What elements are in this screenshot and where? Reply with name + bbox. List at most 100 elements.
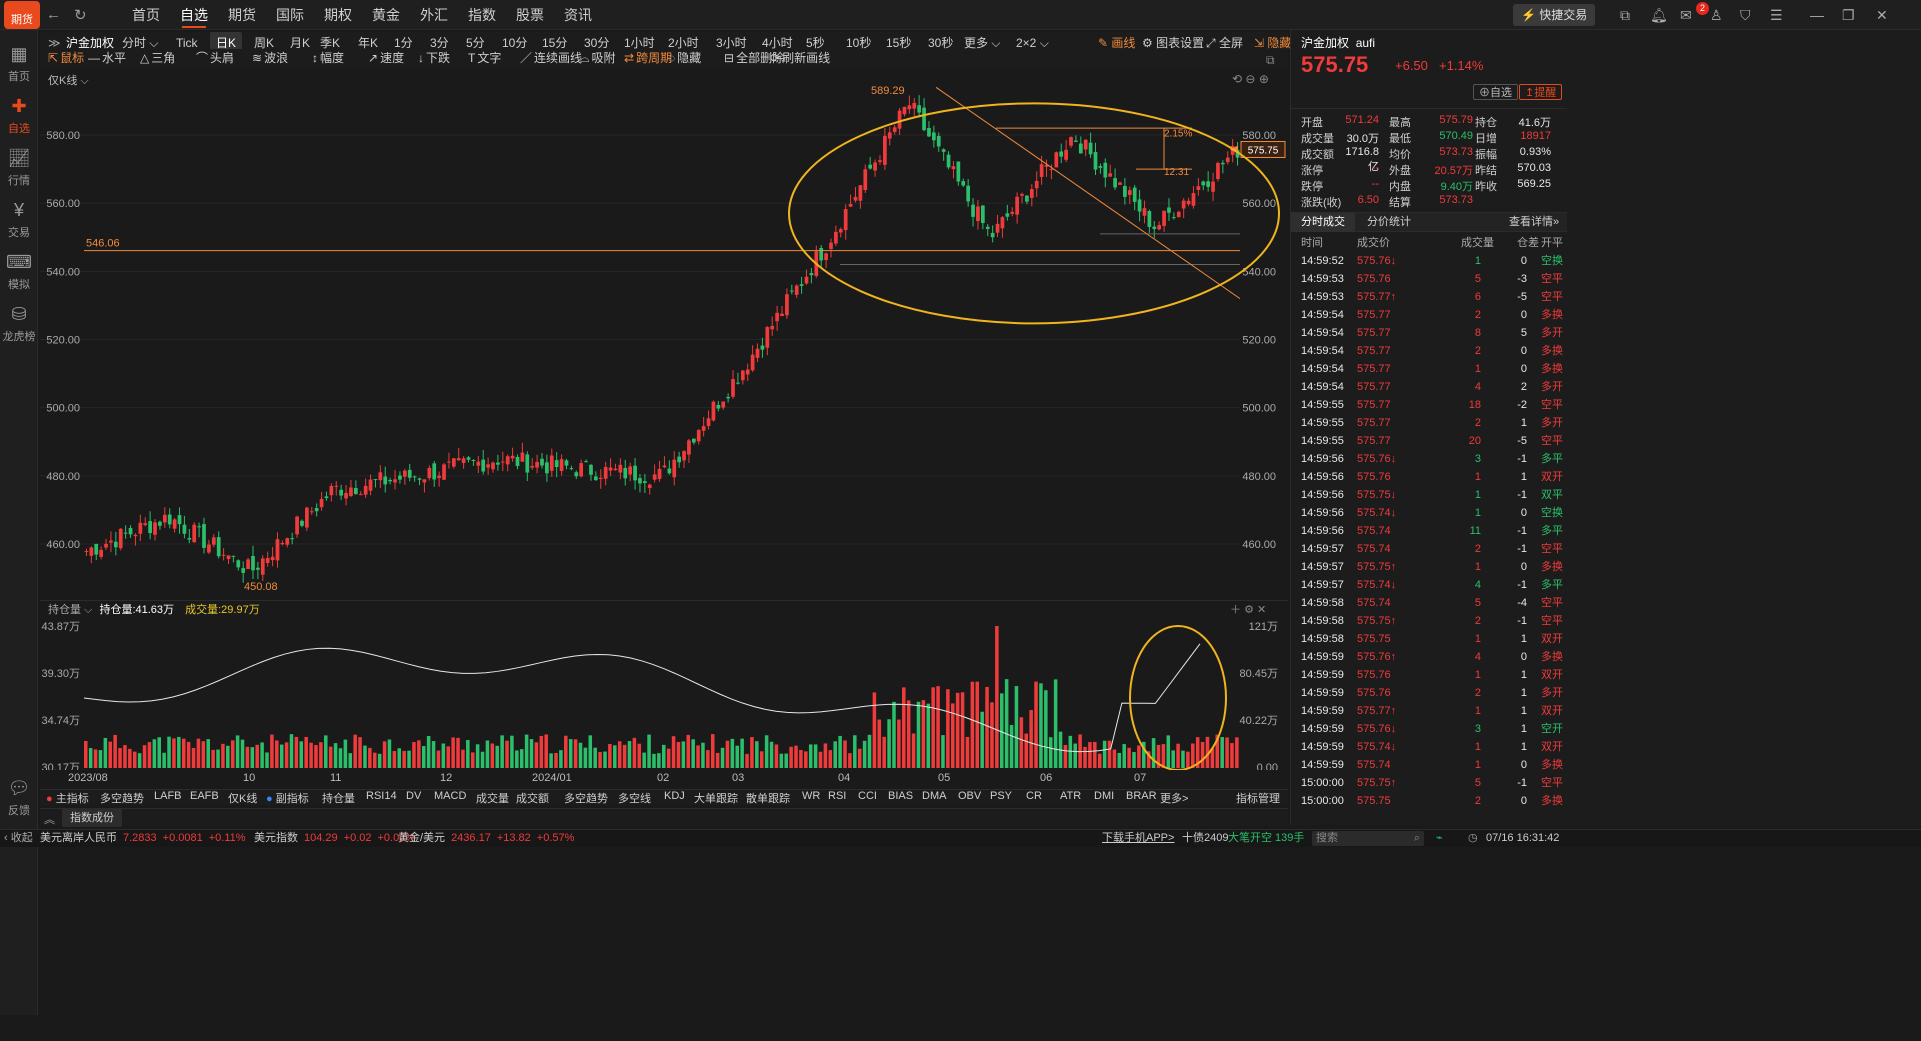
nav-item[interactable]: 资讯 <box>550 0 606 30</box>
indicator-tab[interactable]: 多空线 <box>618 790 651 806</box>
indicator-tab[interactable]: BRAR <box>1126 790 1157 802</box>
tab-price-stats[interactable]: 分价统计 <box>1367 213 1411 232</box>
sidebar-item[interactable]: 📈︎ 行情 <box>0 148 38 188</box>
indicator-tab[interactable]: 成交额 <box>516 790 549 806</box>
bell-icon[interactable]: 🔔︎ <box>1650 7 1668 24</box>
draw-tool[interactable]: ⇄ 跨周期 <box>624 47 672 69</box>
indicator-tab[interactable]: DMI <box>1094 790 1114 802</box>
indicator-tab[interactable]: 指标管理 <box>1236 790 1280 806</box>
indicator-tab[interactable]: CCI <box>858 790 877 802</box>
draw-tool[interactable]: — 水平 <box>88 47 126 69</box>
oi-panel-title[interactable]: 持仓量 <box>48 604 81 616</box>
restore-icon[interactable]: ❐ <box>1842 7 1855 24</box>
watchlist-button[interactable]: ⊕自选 <box>1473 84 1518 100</box>
sidebar-item-label: 交易 <box>8 227 30 239</box>
left-price-tick: 500.00 <box>46 403 80 415</box>
sidebar-item[interactable]: ⌨ 模拟 <box>0 252 38 292</box>
draw-tool[interactable]: ↗ 速度 <box>368 47 404 69</box>
menu-icon[interactable]: ☰ <box>1770 7 1783 24</box>
kline-chart[interactable]: 580.00 580.00560.00 560.00540.00 540.00520.… <box>40 70 1288 600</box>
draw-tool[interactable]: ／连续画线 <box>520 47 582 69</box>
copy-icon[interactable]: ⧉ <box>1620 7 1630 24</box>
draw-tool[interactable]: ↓ 下跌 <box>418 47 450 69</box>
alert-button[interactable]: ↥提醒 <box>1519 84 1563 100</box>
view-details-link[interactable]: 查看详情» <box>1509 213 1559 232</box>
draw-tool[interactable]: ↕ 幅度 <box>312 47 344 69</box>
trade-cell: -1 <box>1517 579 1527 591</box>
quick-trade-button[interactable]: ⚡ 快捷交易 <box>1513 4 1596 26</box>
refresh-icon[interactable]: ↻ <box>74 6 87 24</box>
indicator-tab[interactable]: 散单跟踪 <box>746 790 790 806</box>
indicator-tab[interactable]: RSI <box>828 790 846 802</box>
draw-tool[interactable]: ⟳ 刷新画线 <box>770 47 830 69</box>
draw-tool[interactable]: ◌ 隐藏 <box>668 47 701 69</box>
search-input[interactable]: 搜索 ⌕ <box>1312 831 1424 846</box>
indicator-tab[interactable]: RSI14 <box>366 790 397 802</box>
candle-body <box>912 102 917 109</box>
candle-body <box>1220 162 1225 165</box>
back-icon[interactable]: ← <box>46 6 61 23</box>
user-icon[interactable]: ♙ <box>1710 7 1723 24</box>
indicator-tab[interactable]: PSY <box>990 790 1012 802</box>
indicator-tab[interactable]: ATR <box>1060 790 1081 802</box>
tab-ticks[interactable]: 分时成交 <box>1291 213 1355 232</box>
sidebar-item[interactable]: 💬︎ 反馈 <box>0 778 38 818</box>
shirt-icon[interactable]: ⛉ <box>1740 7 1751 24</box>
indicator-tab[interactable]: KDJ <box>664 790 685 802</box>
volume-oi-chart[interactable]: 43.87万 121万 39.30万 80.45万 34.74万 40.22万 30.17万… <box>40 618 1288 770</box>
market-ticker[interactable]: 美元离岸人民币 7.2833 +0.0081 +0.11% <box>40 830 246 847</box>
candle-body <box>451 458 456 467</box>
window-icon[interactable]: ⧉ <box>1266 49 1275 71</box>
market-ticker[interactable]: 美元指数 104.29 +0.02 +0.02% <box>254 830 415 847</box>
download-app-link[interactable]: 下载手机APP> <box>1102 830 1174 847</box>
collapse-button[interactable]: ‹ 收起 <box>4 830 33 847</box>
trade-cell: 空平 <box>1541 273 1563 285</box>
close-icon[interactable]: ✕ <box>1876 7 1888 24</box>
indicator-tab[interactable]: 更多> <box>1160 790 1188 806</box>
candle-body <box>236 560 241 568</box>
indicator-tab[interactable]: OBV <box>958 790 981 802</box>
draw-tool[interactable]: ⌒ 头肩 <box>196 47 234 69</box>
indicator-tab[interactable]: LAFB <box>154 790 182 802</box>
indicator-tab[interactable]: CR <box>1026 790 1042 802</box>
expand-icon[interactable]: ︽ <box>44 811 55 827</box>
mail-icon[interactable]: ✉ <box>1680 7 1692 24</box>
indicator-tab[interactable]: 持仓量 <box>322 790 355 806</box>
indicator-tab[interactable]: DV <box>406 790 421 802</box>
indicator-tab[interactable]: DMA <box>922 790 946 802</box>
quote-title: 沪金加权 aufi <box>1301 34 1375 51</box>
draw-tool[interactable]: T 文字 <box>468 47 501 69</box>
draw-tool[interactable]: △ 三角 <box>140 47 175 69</box>
indicator-tab[interactable]: WR <box>802 790 820 802</box>
indicator-tab[interactable]: 成交量 <box>476 790 509 806</box>
indicator-tab[interactable]: 仅K线 <box>228 790 257 806</box>
indicator-tab[interactable]: MACD <box>434 790 466 802</box>
indicator-tab[interactable]: EAFB <box>190 790 219 802</box>
indicator-tab[interactable]: ● 副指标 <box>266 790 309 806</box>
indicator-tab[interactable]: 大单跟踪 <box>694 790 738 806</box>
draw-tool[interactable]: ⇱ 鼠标 <box>48 47 84 69</box>
index-components-tab[interactable]: 指数成份 <box>62 809 122 827</box>
app-logo[interactable]: 期货 <box>4 1 40 29</box>
indicator-tab[interactable]: BIAS <box>888 790 913 802</box>
sidebar-item[interactable]: ▦ 首页 <box>0 44 38 84</box>
minimize-icon[interactable]: — <box>1810 7 1824 23</box>
close-panel-icon[interactable]: ✕ <box>1257 604 1266 616</box>
sidebar-item[interactable]: ⛁ 龙虎榜 <box>0 304 38 344</box>
indicator-tab[interactable]: 多空趋势 <box>100 790 144 806</box>
trade-cell: 575.76↓ <box>1357 453 1397 465</box>
indicator-tab[interactable]: 多空趋势 <box>564 790 608 806</box>
add-icon[interactable]: ＋ <box>1230 604 1241 616</box>
sidebar-item[interactable]: ¥ 交易 <box>0 200 38 240</box>
gear-icon[interactable]: ⚙ <box>1244 604 1254 616</box>
trend-line[interactable] <box>935 86 1241 300</box>
oi-panel-chevron[interactable]: ⌵ <box>81 604 95 616</box>
sidebar-item[interactable]: ✚ 自选 <box>0 96 38 136</box>
indicator-tab[interactable]: ● 主指标 <box>46 790 89 806</box>
candle-body <box>902 106 907 115</box>
trade-cell: 1 <box>1520 723 1527 735</box>
draw-tool[interactable]: ≋ 波浪 <box>252 47 288 69</box>
market-ticker[interactable]: 黄金/美元 2436.17 +13.82 +0.57% <box>398 830 574 847</box>
trade-cell: 14:59:56 <box>1301 489 1344 501</box>
draw-tool[interactable]: ⌓ 吸附 <box>580 47 616 69</box>
